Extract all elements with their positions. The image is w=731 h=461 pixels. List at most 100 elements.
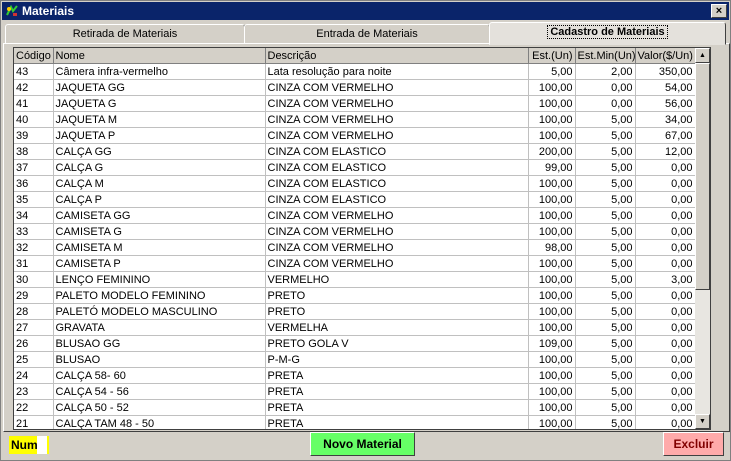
cell-estoque-minimo[interactable]: 5,00 bbox=[575, 239, 636, 256]
table-row[interactable]: 43 Câmera infra-vermelho Lata resolução pa… bbox=[14, 63, 696, 80]
cell-estoque[interactable]: 99,00 bbox=[528, 159, 576, 176]
cell-valor[interactable]: 0,00 bbox=[635, 351, 696, 368]
table-row[interactable]: 41 JAQUETA G CINZA COM VERMELHO 100,00 0,00 5… bbox=[14, 95, 696, 112]
column-header-valor[interactable]: Valor($/Un) bbox=[635, 48, 696, 64]
cell-estoque-minimo[interactable]: 0,00 bbox=[575, 79, 636, 96]
cell-estoque-minimo[interactable]: 5,00 bbox=[575, 287, 636, 304]
cell-nome[interactable]: JAQUETA GG bbox=[53, 79, 266, 96]
cell-estoque[interactable]: 109,00 bbox=[528, 335, 576, 352]
cell-descricao[interactable]: CINZA COM VERMELHO bbox=[265, 239, 529, 256]
cell-descricao[interactable]: CINZA COM ELASTICO bbox=[265, 159, 529, 176]
cell-descricao[interactable]: CINZA COM VERMELHO bbox=[265, 207, 529, 224]
cell-descricao[interactable]: PRETA bbox=[265, 383, 529, 400]
table-row[interactable]: 25 BLUSAO P-M-G 100,00 5,00 0,00 bbox=[14, 351, 696, 368]
cell-codigo[interactable]: 21 bbox=[14, 415, 54, 429]
cell-nome[interactable]: CALÇA 58- 60 bbox=[53, 367, 266, 384]
cell-codigo[interactable]: 30 bbox=[14, 271, 54, 288]
cell-estoque[interactable]: 100,00 bbox=[528, 95, 576, 112]
cell-descricao[interactable]: CINZA COM VERMELHO bbox=[265, 255, 529, 272]
column-header-codigo[interactable]: Código bbox=[14, 48, 54, 64]
cell-codigo[interactable]: 40 bbox=[14, 111, 54, 128]
cell-nome[interactable]: CALÇA G bbox=[53, 159, 266, 176]
table-row[interactable]: 28 PALETÓ MODELO MASCULINO PRETO 100,00 5,00… bbox=[14, 303, 696, 320]
cell-valor[interactable]: 56,00 bbox=[635, 95, 696, 112]
table-row[interactable]: 37 CALÇA G CINZA COM ELASTICO 99,00 5,00 0,00 bbox=[14, 159, 696, 176]
cell-nome[interactable]: JAQUETA G bbox=[53, 95, 266, 112]
cell-descricao[interactable]: CINZA COM VERMELHO bbox=[265, 111, 529, 128]
cell-valor[interactable]: 0,00 bbox=[635, 367, 696, 384]
cell-estoque[interactable]: 100,00 bbox=[528, 191, 576, 208]
cell-descricao[interactable]: Lata resolução para noite bbox=[265, 63, 529, 80]
cell-estoque[interactable]: 98,00 bbox=[528, 239, 576, 256]
table-row[interactable]: 26 BLUSAO GG PRETO GOLA V 109,00 5,00 0,00 bbox=[14, 335, 696, 352]
cell-nome[interactable]: JAQUETA P bbox=[53, 127, 266, 144]
cell-valor[interactable]: 0,00 bbox=[635, 287, 696, 304]
cell-estoque[interactable]: 100,00 bbox=[528, 207, 576, 224]
cell-descricao[interactable]: CINZA COM ELASTICO bbox=[265, 191, 529, 208]
cell-estoque-minimo[interactable]: 5,00 bbox=[575, 319, 636, 336]
cell-valor[interactable]: 0,00 bbox=[635, 255, 696, 272]
cell-estoque[interactable]: 100,00 bbox=[528, 255, 576, 272]
cell-descricao[interactable]: VERMELHO bbox=[265, 271, 529, 288]
vertical-scrollbar[interactable]: ▲ ▼ bbox=[695, 48, 710, 429]
cell-descricao[interactable]: PRETO bbox=[265, 303, 529, 320]
column-header-estoque-minimo[interactable]: Est.Min(Un) bbox=[575, 48, 636, 64]
cell-valor[interactable]: 12,00 bbox=[635, 143, 696, 160]
cell-nome[interactable]: CALÇA 54 - 56 bbox=[53, 383, 266, 400]
cell-descricao[interactable]: CINZA COM ELASTICO bbox=[265, 175, 529, 192]
cell-descricao[interactable]: CINZA COM VERMELHO bbox=[265, 223, 529, 240]
cell-valor[interactable]: 0,00 bbox=[635, 335, 696, 352]
title-bar[interactable]: Materiais × bbox=[2, 2, 729, 20]
cell-codigo[interactable]: 28 bbox=[14, 303, 54, 320]
cell-estoque[interactable]: 100,00 bbox=[528, 303, 576, 320]
cell-estoque-minimo[interactable]: 5,00 bbox=[575, 367, 636, 384]
cell-nome[interactable]: CALÇA P bbox=[53, 191, 266, 208]
cell-nome[interactable]: BLUSAO GG bbox=[53, 335, 266, 352]
excluir-button[interactable]: Excluir bbox=[663, 432, 724, 456]
scroll-down-button[interactable]: ▼ bbox=[695, 414, 710, 429]
column-header-descricao[interactable]: Descrição bbox=[265, 48, 529, 64]
cell-nome[interactable]: BLUSAO bbox=[53, 351, 266, 368]
cell-estoque[interactable]: 100,00 bbox=[528, 79, 576, 96]
cell-codigo[interactable]: 22 bbox=[14, 399, 54, 416]
cell-codigo[interactable]: 39 bbox=[14, 127, 54, 144]
cell-estoque[interactable]: 100,00 bbox=[528, 415, 576, 429]
cell-estoque-minimo[interactable]: 5,00 bbox=[575, 175, 636, 192]
cell-valor[interactable]: 0,00 bbox=[635, 191, 696, 208]
cell-estoque[interactable]: 100,00 bbox=[528, 175, 576, 192]
cell-descricao[interactable]: PRETA bbox=[265, 415, 529, 429]
cell-descricao[interactable]: CINZA COM VERMELHO bbox=[265, 79, 529, 96]
cell-estoque[interactable]: 100,00 bbox=[528, 319, 576, 336]
cell-nome[interactable]: PALETO MODELO FEMININO bbox=[53, 287, 266, 304]
cell-descricao[interactable]: CINZA COM VERMELHO bbox=[265, 95, 529, 112]
cell-valor[interactable]: 0,00 bbox=[635, 399, 696, 416]
table-row[interactable]: 31 CAMISETA P CINZA COM VERMELHO 100,00 5,00… bbox=[14, 255, 696, 272]
table-row[interactable]: 34 CAMISETA GG CINZA COM VERMELHO 100,00 5,0… bbox=[14, 207, 696, 224]
cell-estoque-minimo[interactable]: 5,00 bbox=[575, 207, 636, 224]
scroll-thumb[interactable] bbox=[695, 63, 710, 290]
num-field[interactable] bbox=[37, 436, 47, 454]
table-row[interactable]: 29 PALETO MODELO FEMININO PRETO 100,00 5,00 0… bbox=[14, 287, 696, 304]
novo-material-button[interactable]: Novo Material bbox=[310, 432, 415, 456]
cell-nome[interactable]: CAMISETA G bbox=[53, 223, 266, 240]
cell-nome[interactable]: CAMISETA P bbox=[53, 255, 266, 272]
cell-estoque[interactable]: 100,00 bbox=[528, 351, 576, 368]
cell-descricao[interactable]: PRETA bbox=[265, 367, 529, 384]
cell-valor[interactable]: 67,00 bbox=[635, 127, 696, 144]
cell-estoque-minimo[interactable]: 5,00 bbox=[575, 143, 636, 160]
cell-valor[interactable]: 0,00 bbox=[635, 223, 696, 240]
cell-estoque-minimo[interactable]: 5,00 bbox=[575, 127, 636, 144]
cell-codigo[interactable]: 32 bbox=[14, 239, 54, 256]
cell-descricao[interactable]: PRETA bbox=[265, 399, 529, 416]
tab-cadastro-de-materiais[interactable]: Cadastro de Materiais bbox=[489, 22, 726, 45]
cell-estoque-minimo[interactable]: 5,00 bbox=[575, 351, 636, 368]
cell-nome[interactable]: JAQUETA M bbox=[53, 111, 266, 128]
cell-valor[interactable]: 0,00 bbox=[635, 415, 696, 429]
cell-descricao[interactable]: CINZA COM VERMELHO bbox=[265, 127, 529, 144]
cell-nome[interactable]: Câmera infra-vermelho bbox=[53, 63, 266, 80]
cell-valor[interactable]: 3,00 bbox=[635, 271, 696, 288]
cell-estoque[interactable]: 100,00 bbox=[528, 287, 576, 304]
cell-nome[interactable]: CAMISETA M bbox=[53, 239, 266, 256]
table-row[interactable]: 36 CALÇA M CINZA COM ELASTICO 100,00 5,00 0,0… bbox=[14, 175, 696, 192]
table-row[interactable]: 23 CALÇA 54 - 56 PRETA 100,00 5,00 0,00 bbox=[14, 383, 696, 400]
